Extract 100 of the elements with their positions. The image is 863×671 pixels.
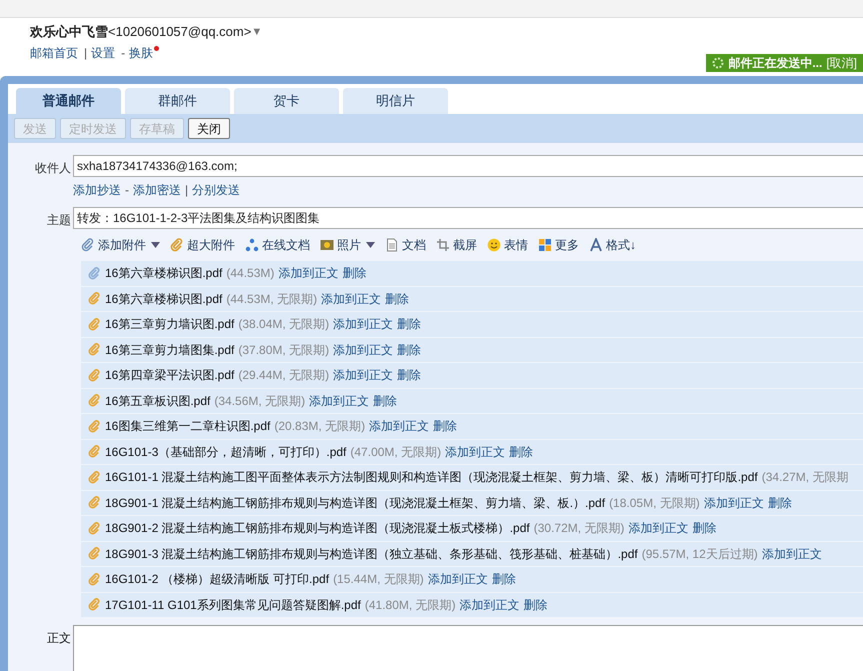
- tool-label: 文档: [402, 237, 426, 254]
- paperclip-icon: [88, 318, 101, 331]
- compose-tool[interactable]: 超大附件: [170, 236, 235, 254]
- compose-tool[interactable]: 照片: [320, 236, 375, 254]
- attachment-name: 18G901-1 混凝土结构施工钢筋排布规则与构造详图（现浇混凝土框架、剪力墙、梁、板.）.pdf: [105, 494, 606, 512]
- attachment-name: 16第六章楼梯识图.pdf: [105, 265, 222, 282]
- delete-link[interactable]: 删除: [433, 417, 458, 436]
- cancel-link[interactable]: [取消]: [826, 54, 857, 72]
- compose-tool[interactable]: 在线文档: [245, 236, 310, 254]
- paperclip-icon: [88, 445, 101, 458]
- add-to-body-link[interactable]: 添加到正文: [428, 570, 488, 588]
- add-to-body-link[interactable]: 添加到正文: [460, 596, 520, 614]
- paperclip-icon: [88, 292, 101, 306]
- tool-label: 更多: [555, 237, 579, 254]
- attachment-meta: (30.72M, 无限期): [534, 520, 624, 538]
- add-to-body-link[interactable]: 添加到正文: [445, 442, 506, 461]
- add-to-body-link[interactable]: 添加到正文: [369, 417, 430, 436]
- attachment-meta: (18.05M, 无限期): [609, 494, 700, 512]
- paperclip-icon: [88, 266, 101, 280]
- compose-tool[interactable]: 更多: [538, 236, 579, 254]
- attachment-meta: (95.57M, 12天后过期): [642, 546, 758, 563]
- header-link[interactable]: 设置: [91, 44, 118, 62]
- attachment-name: 16G101-1 混凝土结构施工图平面整体表示方法制图规则和构造详图（现浇混凝土框架、剪力墙、梁、板）清晰可打印版.pdf: [105, 469, 758, 486]
- separator-text: -: [121, 44, 126, 62]
- delete-link[interactable]: 删除: [373, 392, 398, 410]
- attachment-meta: (37.80M, 无限期): [238, 342, 330, 359]
- compose-tab[interactable]: 贺卡: [234, 88, 339, 114]
- attachment-name: 16第六章楼梯识图.pdf: [105, 290, 222, 308]
- add-to-body-link[interactable]: 添加到正文: [333, 340, 394, 359]
- add-to-body-link[interactable]: 添加到正文: [309, 392, 370, 410]
- letter-a-icon: [589, 238, 603, 252]
- delete-link[interactable]: 删除: [692, 519, 716, 538]
- recipient-link[interactable]: 添加抄送: [73, 181, 121, 199]
- account-name: 欢乐心中飞雪: [30, 23, 108, 41]
- delete-link[interactable]: 删除: [397, 340, 422, 359]
- compose-tool[interactable]: 表情: [487, 236, 528, 254]
- paperclip-icon: [88, 572, 101, 586]
- delete-link[interactable]: 删除: [385, 290, 410, 308]
- attachment-name: 16第三章剪力墙图集.pdf: [105, 342, 234, 359]
- paperclip-icon: [88, 368, 101, 382]
- attachment-name: 16G101-3（基础部分，超清晰，可打印）.pdf: [105, 444, 346, 461]
- paperclip-icon: [81, 238, 95, 252]
- paperclip-icon: [88, 394, 101, 408]
- tool-label: 格式↓: [606, 237, 636, 254]
- tool-label: 超大附件: [187, 237, 235, 254]
- subject-field[interactable]: 转发：16G101-1-2-3平法图集及结构识图图集: [73, 207, 863, 229]
- account-menu-caret[interactable]: ▼: [251, 24, 262, 40]
- add-to-body-link[interactable]: 添加到正文: [704, 494, 764, 512]
- add-to-body-link[interactable]: 添加到正文: [333, 366, 394, 384]
- header-link[interactable]: 邮箱首页: [30, 44, 80, 62]
- paperclip-icon: [88, 522, 101, 535]
- delete-link[interactable]: 删除: [524, 596, 548, 614]
- paperclip-icon: [88, 547, 101, 560]
- add-to-body-link[interactable]: 添加到正文: [762, 544, 822, 563]
- attachment-name: 16第五章板识图.pdf: [105, 392, 210, 410]
- spinner-icon: [712, 57, 724, 69]
- compose-tool[interactable]: 文档: [385, 236, 426, 254]
- body-editor[interactable]: [73, 625, 863, 671]
- account-email: <1020601057@qq.com>: [108, 23, 252, 41]
- compose-tool[interactable]: 格式↓: [589, 236, 636, 254]
- compose-tab[interactable]: 群邮件: [125, 88, 230, 114]
- attachment-name: 16第三章剪力墙识图.pdf: [105, 316, 234, 334]
- delete-link[interactable]: 删除: [397, 315, 422, 334]
- delete-link[interactable]: 删除: [768, 494, 792, 512]
- add-to-body-link[interactable]: 添加到正文: [628, 519, 688, 538]
- add-to-body-link[interactable]: 添加到正文: [333, 315, 394, 334]
- attachment-meta: (47.00M, 无限期): [350, 444, 442, 461]
- recipient-field[interactable]: sxha18734174336@163.com;: [73, 155, 863, 177]
- smiley-icon: [487, 238, 501, 252]
- picture-icon: [320, 238, 334, 252]
- toolbar-button[interactable]: 关闭: [188, 118, 230, 139]
- separator-text: -: [125, 182, 129, 199]
- paperclip-icon: [88, 420, 101, 433]
- add-to-body-link[interactable]: 添加到正文: [321, 290, 382, 308]
- recipient-link[interactable]: 分别发送: [192, 181, 240, 199]
- attachment-name: 18G901-3 混凝土结构施工钢筋排布规则与构造详图（独立基础、条形基础、筏形基础、桩基础）.pdf: [105, 546, 638, 563]
- delete-link[interactable]: 删除: [492, 570, 516, 588]
- compose-tool[interactable]: 添加附件: [81, 236, 160, 254]
- tool-label: 照片: [337, 237, 361, 254]
- field-label: 正文: [46, 630, 72, 647]
- attachment-meta: (34.27M, 无限期: [762, 469, 848, 486]
- compose-tab[interactable]: 明信片: [343, 88, 448, 114]
- attachment-name: 18G901-2 混凝土结构施工钢筋排布规则与构造详图（现浇混凝土板式楼梯）.pdf: [105, 520, 530, 538]
- delete-link[interactable]: 删除: [397, 366, 422, 384]
- delete-link[interactable]: 删除: [509, 442, 534, 461]
- field-label: 收件人: [34, 160, 72, 177]
- delete-link[interactable]: 删除: [342, 264, 366, 282]
- attachment-meta: (41.80M, 无限期): [364, 596, 456, 614]
- attachment-name: 16第四章梁平法识图.pdf: [105, 367, 234, 384]
- add-to-body-link[interactable]: 添加到正文: [278, 264, 338, 282]
- attachment-meta: (38.04M, 无限期): [238, 316, 330, 334]
- recipient-link[interactable]: 添加密送: [133, 181, 181, 199]
- compose-tab[interactable]: 普通邮件: [16, 88, 121, 114]
- tool-label: 添加附件: [98, 237, 146, 254]
- attachment-meta: (15.44M, 无限期): [333, 571, 424, 588]
- separator-text: |: [185, 182, 188, 199]
- compose-tool[interactable]: 截屏: [436, 236, 477, 254]
- header-link[interactable]: 换肤: [129, 44, 156, 62]
- tool-label: 截屏: [453, 237, 477, 254]
- attachment-meta: (34.56M, 无限期): [214, 392, 306, 410]
